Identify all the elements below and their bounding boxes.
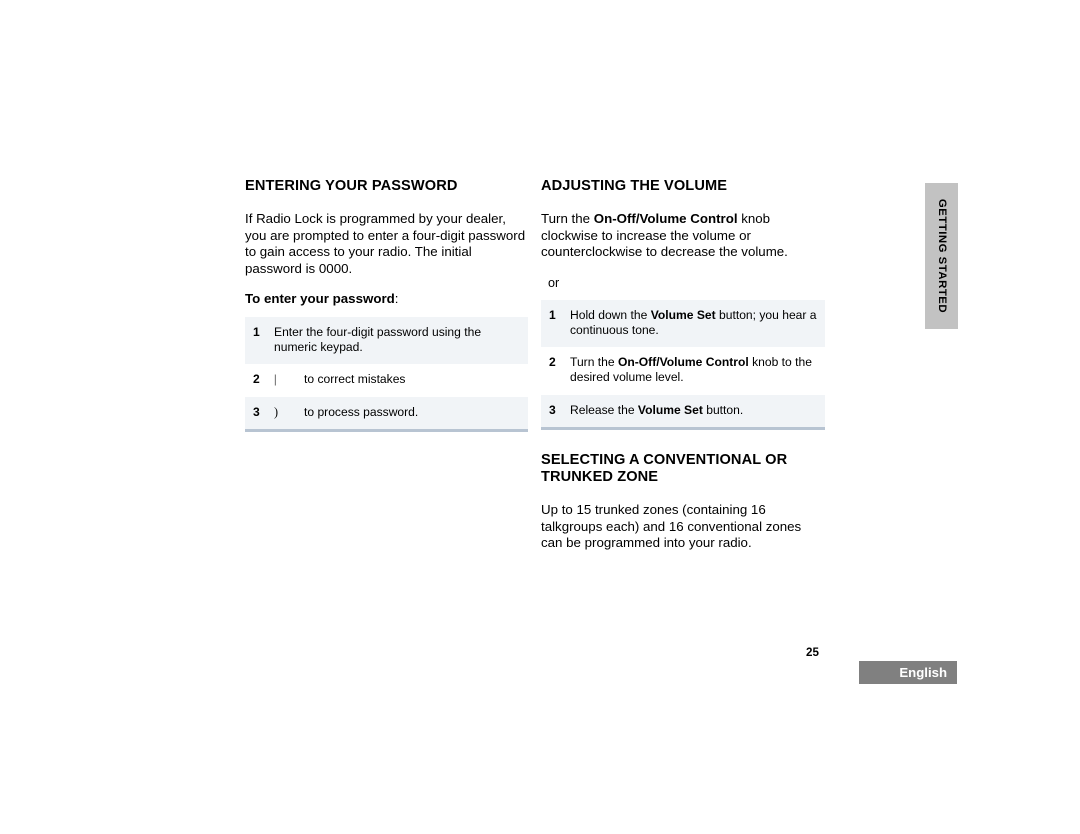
entering-password-heading: ENTERING YOUR PASSWORD [245,178,458,194]
chapter-tab-getting-started: GETTING STARTED [925,183,958,329]
step-text-bold: Volume Set [650,307,716,322]
entering-password-intro: If Radio Lock is programmed by your deal… [245,211,526,276]
step-text: Release the Volume Set button. [570,403,819,418]
volume-step-list: 1 Hold down the Volume Set button; you h… [541,299,825,430]
step-text-post: button. [702,402,744,417]
volume-control-term: On-Off/Volume Control [593,211,738,227]
step-number: 3 [253,404,260,419]
chapter-tab-label: GETTING STARTED [935,198,948,314]
to-enter-password-label: To enter your password: [245,291,528,308]
step-text-pre: Hold down the [570,307,651,322]
list-item: 2 | to correct mistakes [245,364,528,397]
to-enter-password-text: To enter your password [245,291,395,307]
adjusting-volume-heading: ADJUSTING THE VOLUME [541,178,728,194]
step-number: 3 [549,402,556,417]
step-text-body: to process password. [304,404,419,419]
step-number: 1 [253,325,260,340]
step-text-body: to correct mistakes [304,372,406,387]
list-item: 2 Turn the On-Off/Volume Control knob to… [541,347,825,395]
keypad-symbol-glyph: | [274,372,277,387]
password-step-list: 1 Enter the four-digit password using th… [245,317,528,432]
volume-intro-pre: Turn the [541,211,594,227]
keypad-symbol-glyph: ) [274,404,279,419]
step-number: 1 [549,307,556,322]
page-number: 25 [806,646,819,659]
or-separator: or [548,275,560,290]
step-text: Turn the On-Off/Volume Control knob to t… [570,355,819,385]
to-enter-password-colon: : [394,291,399,307]
step-text-bold: On-Off/Volume Control [617,355,749,370]
language-badge: English [859,661,957,684]
step-text: Hold down the Volume Set button; you hea… [570,308,819,338]
selecting-zone-text: Up to 15 trunked zones (containing 16 ta… [541,501,802,551]
left-column: ENTERING YOUR PASSWORD If Radio Lock is … [245,178,528,432]
language-badge-label: English [899,665,947,680]
list-item: 3 ) to process password. [245,396,528,429]
right-column: ADJUSTING THE VOLUME Turn the On-Off/Vol… [541,178,825,552]
step-text-pre: Release the [570,402,638,417]
step-number: 2 [253,372,260,387]
selecting-zone-heading: SELECTING A CONVENTIONAL OR TRUNKED ZONE [541,451,788,485]
step-text: Enter the four-digit password using the … [274,325,482,355]
document-page: ENTERING YOUR PASSWORD If Radio Lock is … [0,0,1080,834]
step-text: ) to process password. [274,405,522,420]
step-text-bold: Volume Set [637,402,703,417]
list-item: 1 Hold down the Volume Set button; you h… [541,299,825,348]
step-text-pre: Turn the [570,355,618,370]
adjusting-volume-intro: Turn the On-Off/Volume Control knob cloc… [541,211,825,261]
list-item: 3 Release the Volume Set button. [541,394,825,427]
list-item: 1 Enter the four-digit password using th… [245,317,528,365]
step-text: | to correct mistakes [274,372,522,387]
step-number: 2 [549,355,556,370]
